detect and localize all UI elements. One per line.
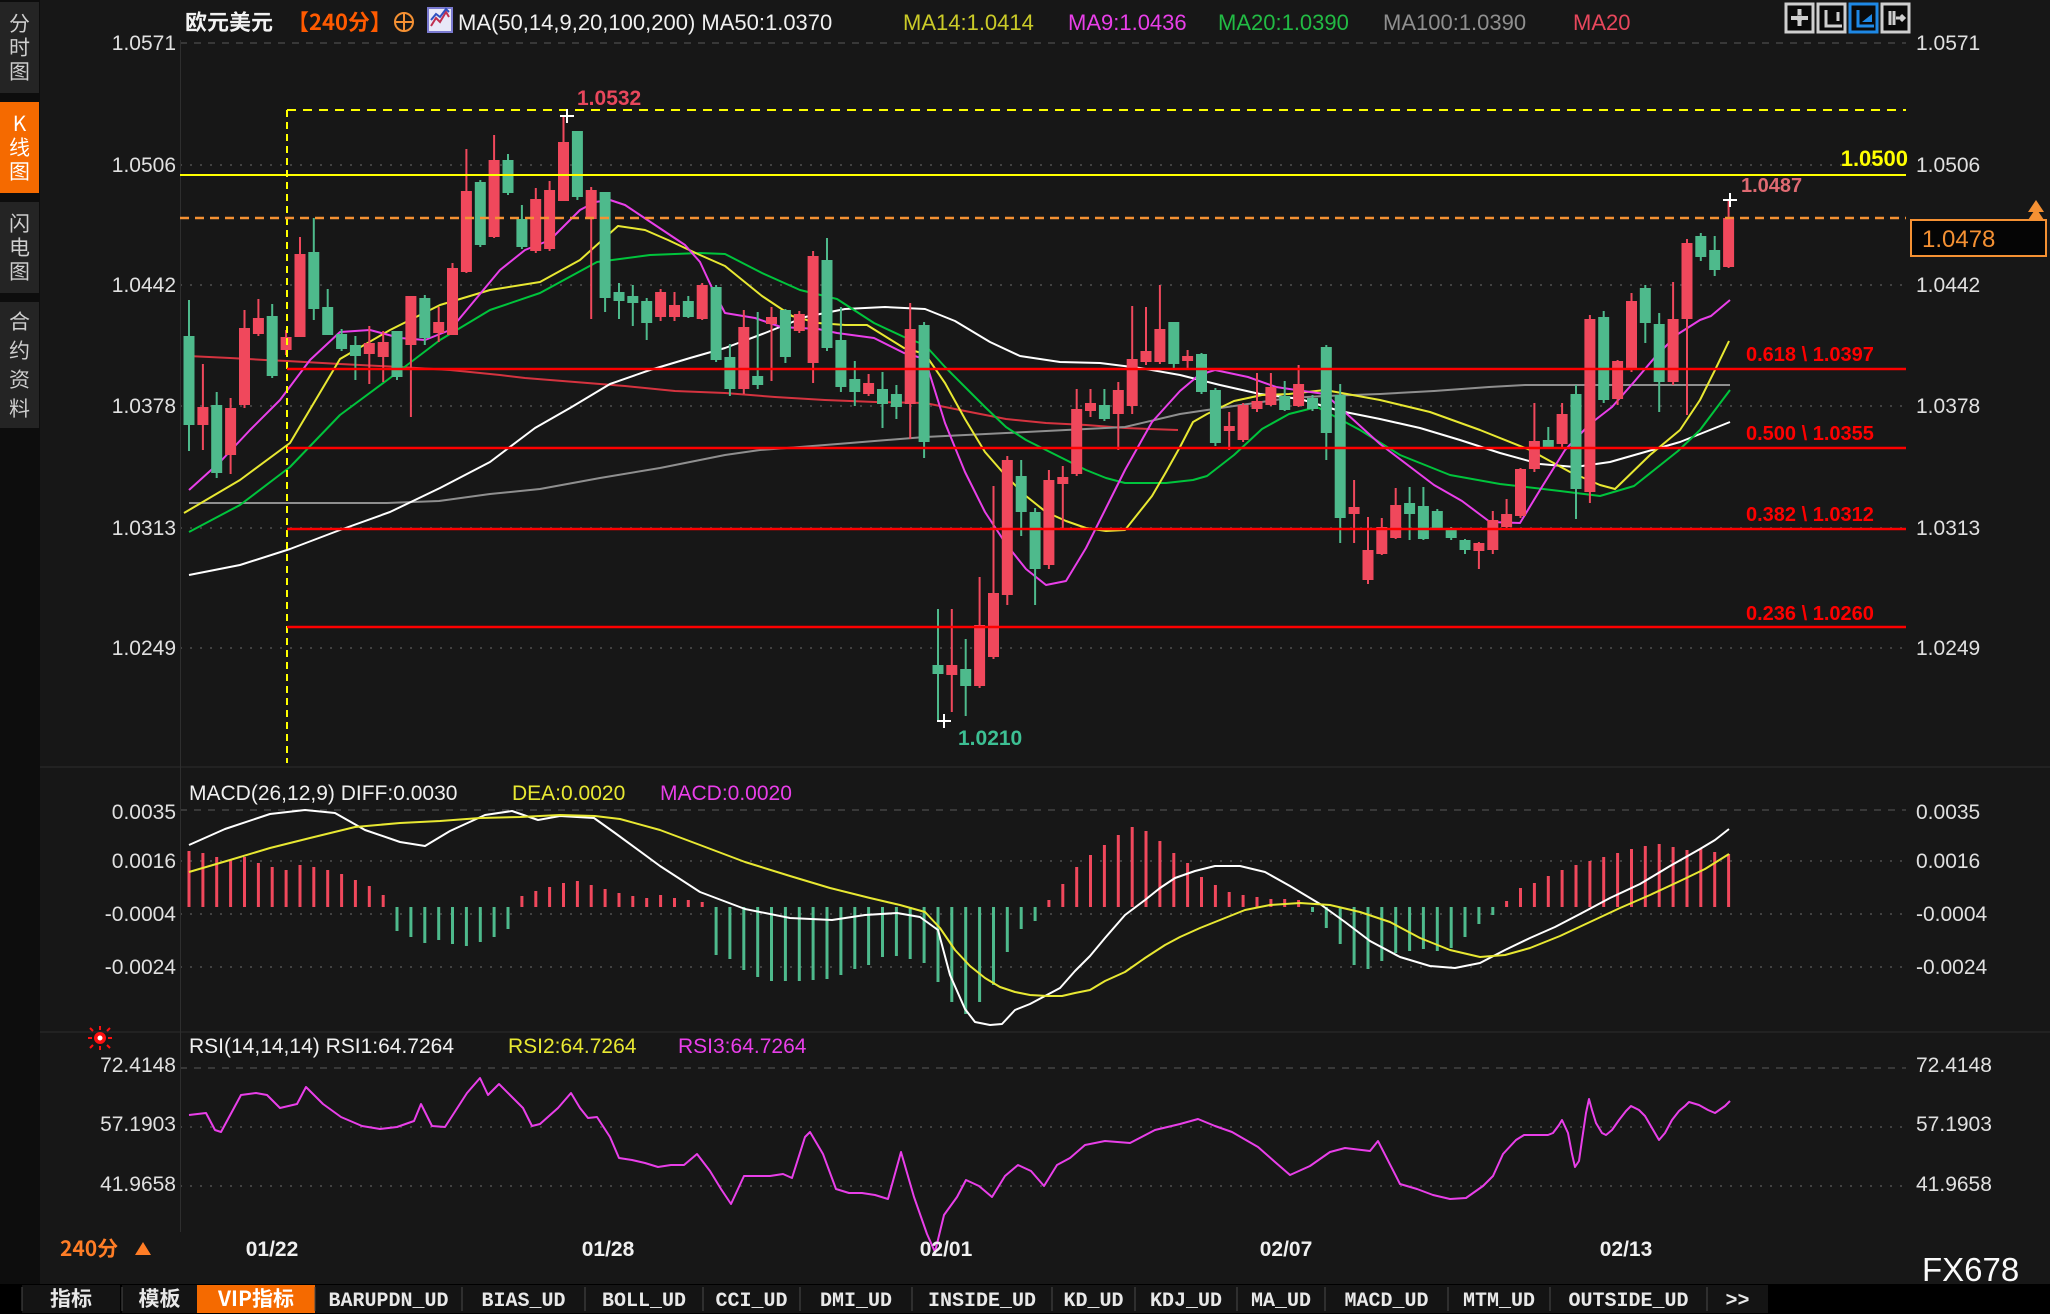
svg-text:1.0500: 1.0500: [1841, 146, 1908, 171]
svg-text:1.0442: 1.0442: [1916, 274, 1980, 297]
svg-text:DMI_UD: DMI_UD: [820, 1290, 892, 1313]
svg-text:1.0506: 1.0506: [112, 154, 176, 177]
svg-text:MA_UD: MA_UD: [1251, 1290, 1311, 1313]
svg-text:-0.0004: -0.0004: [105, 903, 177, 926]
svg-text:INSIDE_UD: INSIDE_UD: [928, 1290, 1036, 1313]
svg-text:-0.0024: -0.0024: [1916, 956, 1988, 979]
svg-text:RSI(14,14,14) RSI1:64.7264: RSI(14,14,14) RSI1:64.7264: [189, 1035, 454, 1058]
svg-text:DEA:0.0020: DEA:0.0020: [512, 782, 625, 805]
svg-text:MTM_UD: MTM_UD: [1463, 1290, 1535, 1313]
svg-text:1.0313: 1.0313: [112, 517, 176, 540]
svg-text:-0.0004: -0.0004: [1916, 903, 1988, 926]
svg-text:>>: >>: [1725, 1290, 1749, 1313]
svg-text:1.0571: 1.0571: [112, 32, 176, 55]
svg-text:MA14:1.0414: MA14:1.0414: [903, 10, 1034, 35]
svg-text:1.0532: 1.0532: [577, 87, 641, 110]
svg-text:MA20:1.0390: MA20:1.0390: [1218, 10, 1349, 35]
svg-text:0.236 \ 1.0260: 0.236 \ 1.0260: [1746, 603, 1874, 625]
svg-text:MA(50,14,9,20,100,200) MA50:1.: MA(50,14,9,20,100,200) MA50:1.0370: [458, 10, 832, 35]
svg-text:BIAS_UD: BIAS_UD: [481, 1290, 565, 1313]
svg-text:BARUPDN_UD: BARUPDN_UD: [328, 1290, 448, 1313]
svg-text:MACD:0.0020: MACD:0.0020: [660, 782, 792, 805]
svg-text:MA100:1.0390: MA100:1.0390: [1383, 10, 1526, 35]
svg-text:0.0035: 0.0035: [1916, 801, 1980, 824]
svg-text:1.0249: 1.0249: [1916, 637, 1980, 660]
svg-text:0.0016: 0.0016: [112, 850, 176, 873]
svg-text:41.9658: 41.9658: [100, 1173, 176, 1196]
svg-text:-0.0024: -0.0024: [105, 956, 177, 979]
svg-text:57.1903: 57.1903: [1916, 1113, 1992, 1136]
svg-text:1.0571: 1.0571: [1916, 32, 1980, 55]
svg-text:0.0016: 0.0016: [1916, 850, 1980, 873]
svg-text:MACD(26,12,9) DIFF:0.0030: MACD(26,12,9) DIFF:0.0030: [189, 782, 457, 805]
svg-text:02/13: 02/13: [1600, 1238, 1653, 1261]
svg-text:MACD_UD: MACD_UD: [1344, 1290, 1428, 1313]
svg-text:57.1903: 57.1903: [100, 1113, 176, 1136]
svg-text:BOLL_UD: BOLL_UD: [602, 1290, 686, 1313]
svg-text:1.0506: 1.0506: [1916, 154, 1980, 177]
svg-text:1.0487: 1.0487: [1741, 175, 1802, 197]
svg-text:0.500 \ 1.0355: 0.500 \ 1.0355: [1746, 423, 1874, 445]
svg-text:01/28: 01/28: [582, 1238, 635, 1261]
svg-text:01/22: 01/22: [246, 1238, 299, 1261]
svg-text:72.4148: 72.4148: [100, 1054, 176, 1077]
svg-text:1.0210: 1.0210: [958, 727, 1022, 750]
svg-text:1.0478: 1.0478: [1922, 226, 1995, 253]
svg-text:RSI2:64.7264: RSI2:64.7264: [508, 1035, 637, 1058]
svg-text:OUTSIDE_UD: OUTSIDE_UD: [1568, 1290, 1688, 1313]
svg-text:RSI3:64.7264: RSI3:64.7264: [678, 1035, 807, 1058]
svg-text:1.0378: 1.0378: [112, 395, 176, 418]
svg-text:0.618 \ 1.0397: 0.618 \ 1.0397: [1746, 344, 1874, 366]
svg-text:02/07: 02/07: [1260, 1238, 1313, 1261]
svg-text:41.9658: 41.9658: [1916, 1173, 1992, 1196]
svg-text:MA9:1.0436: MA9:1.0436: [1068, 10, 1187, 35]
svg-text:1.0249: 1.0249: [112, 637, 176, 660]
svg-text:0.0035: 0.0035: [112, 801, 176, 824]
svg-text:1.0313: 1.0313: [1916, 517, 1980, 540]
svg-text:0.382 \ 1.0312: 0.382 \ 1.0312: [1746, 504, 1874, 526]
svg-text:KD_UD: KD_UD: [1063, 1290, 1123, 1313]
svg-text:MA20: MA20: [1573, 10, 1630, 35]
svg-text:1.0378: 1.0378: [1916, 395, 1980, 418]
svg-text:72.4148: 72.4148: [1916, 1054, 1992, 1077]
svg-text:02/01: 02/01: [920, 1238, 973, 1261]
svg-text:FX678: FX678: [1922, 1251, 2019, 1288]
svg-text:KDJ_UD: KDJ_UD: [1150, 1290, 1222, 1313]
svg-text:CCI_UD: CCI_UD: [715, 1290, 787, 1313]
svg-text:1.0442: 1.0442: [112, 274, 176, 297]
